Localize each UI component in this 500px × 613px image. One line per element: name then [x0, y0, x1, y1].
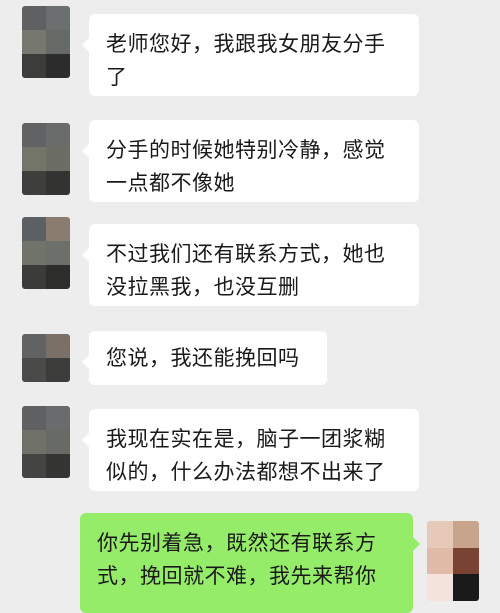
contact-avatar[interactable] [22, 123, 70, 195]
chat-window[interactable]: 老师您好，我跟我女朋友分手 了 分手的时候她特别冷静，感觉 一点都不像她 不过我… [0, 0, 500, 613]
message-bubble[interactable]: 老师您好，我跟我女朋友分手 了 [82, 14, 419, 96]
message-bubble[interactable]: 您说，我还能挽回吗 [82, 331, 327, 385]
contact-avatar[interactable] [22, 406, 70, 478]
message-bubble[interactable]: 不过我们还有联系方式，她也 没拉黑我，也没互删 [82, 224, 419, 306]
contact-avatar[interactable] [22, 334, 70, 382]
my-message-bubble[interactable]: 你先别着急，既然还有联系方 式，挽回就不难，我先来帮你 [80, 513, 420, 613]
message-bubble[interactable]: 分手的时候她特别冷静，感觉 一点都不像她 [82, 120, 419, 202]
message-bubble[interactable]: 我现在实在是，脑子一团浆糊 似的，什么办法都想不出来了 [82, 409, 419, 491]
contact-avatar[interactable] [22, 6, 70, 78]
contact-avatar[interactable] [22, 217, 70, 289]
my-avatar[interactable] [427, 521, 479, 601]
